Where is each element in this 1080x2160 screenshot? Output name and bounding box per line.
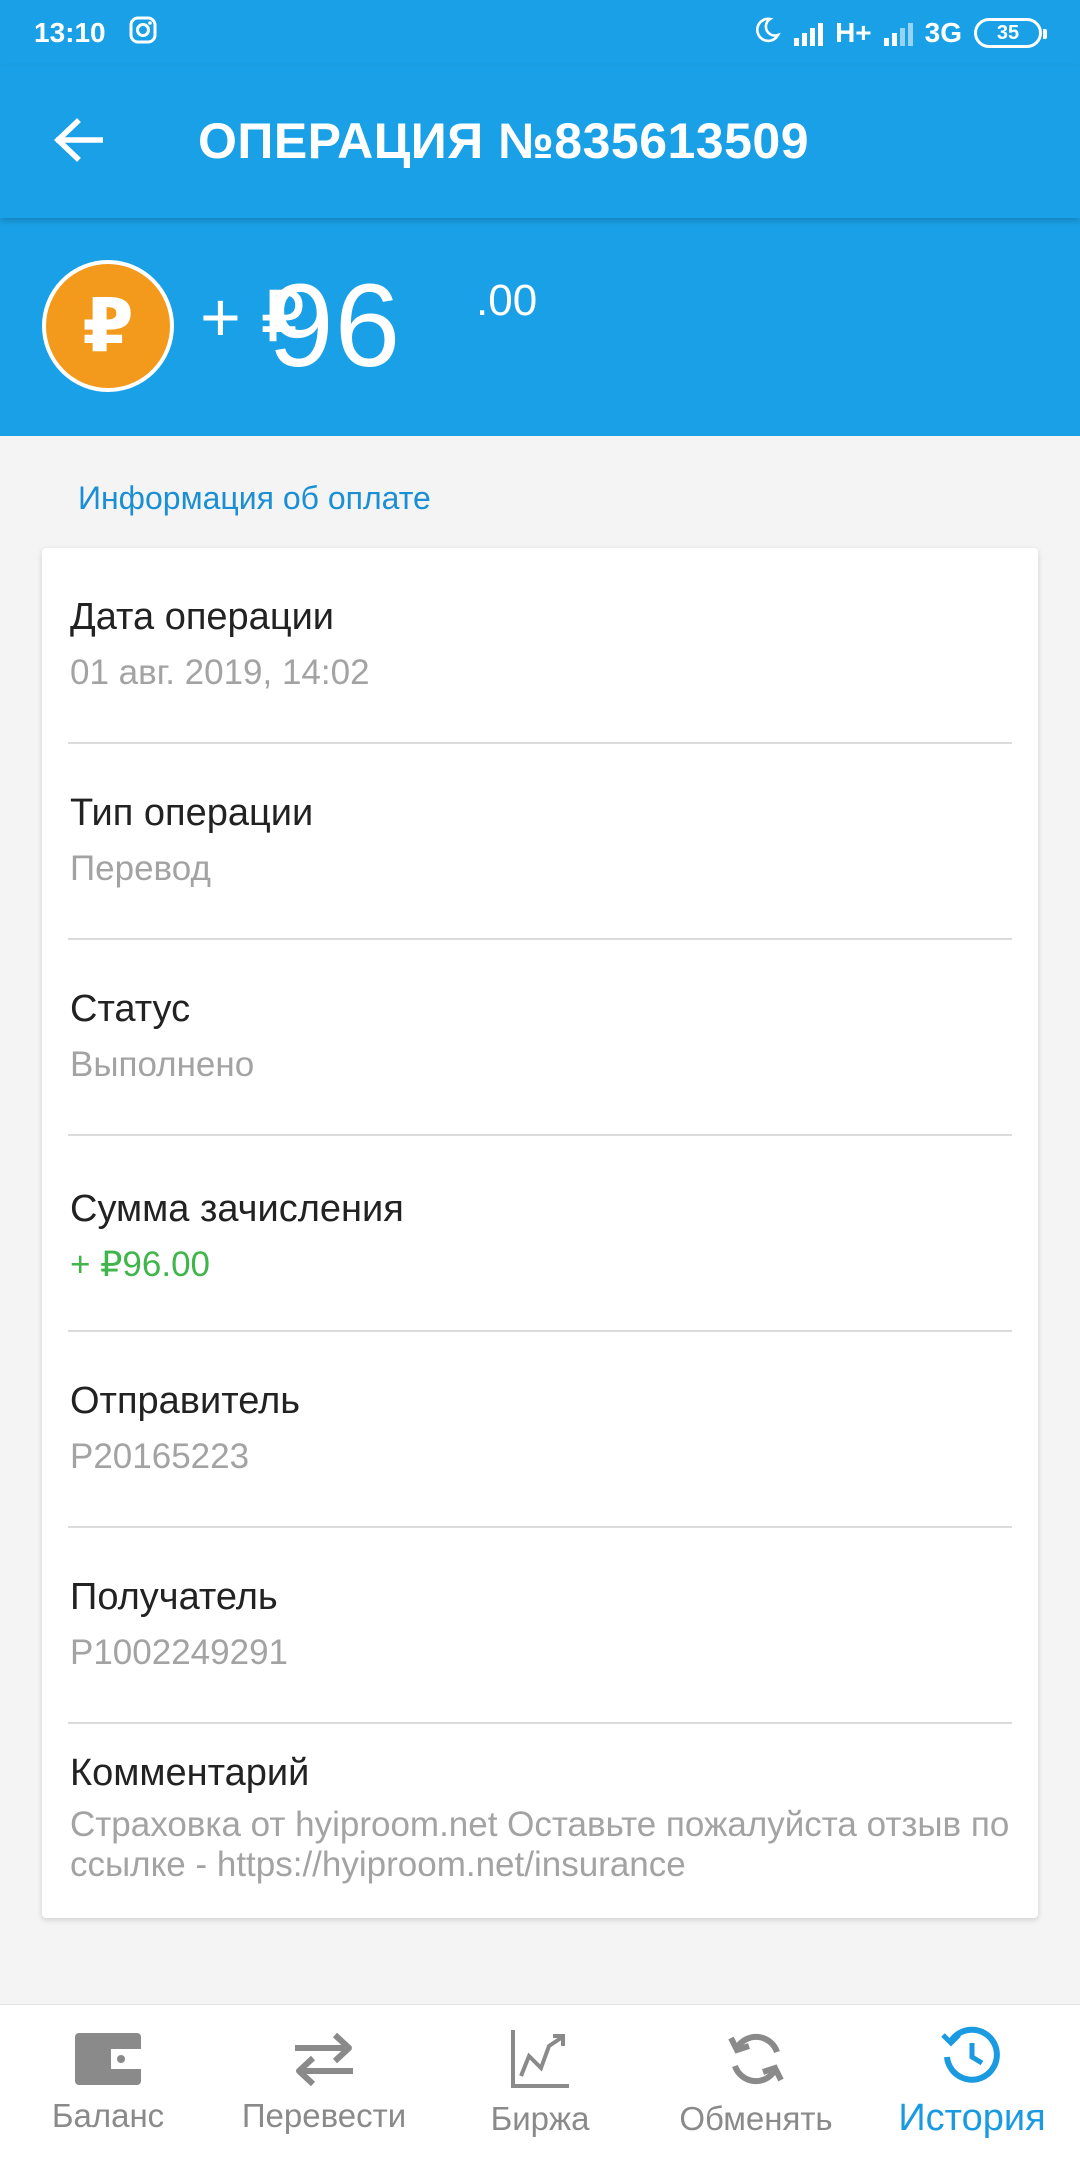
chart-icon	[509, 2028, 571, 2090]
coin-symbol: ₽	[82, 284, 134, 367]
battery-level: 35	[996, 21, 1020, 44]
status-bar: 13:10 H+ 3G 35	[0, 0, 1080, 66]
wallet-icon	[73, 2031, 143, 2087]
instagram-icon	[128, 15, 158, 52]
detail-value: Перевод	[70, 849, 211, 888]
detail-value: Выполнено	[70, 1045, 255, 1084]
network-type-1: H+	[835, 17, 872, 48]
amount-cents: .00	[476, 276, 538, 325]
nav-item-transfer[interactable]: Перевести	[216, 2005, 432, 2160]
detail-value: P1002249291	[70, 1633, 288, 1672]
detail-row-date: Дата операции 01 авг. 2019, 14:02	[70, 596, 1014, 693]
nav-item-exchange-market[interactable]: Биржа	[432, 2005, 648, 2160]
nav-label: Баланс	[51, 2096, 165, 2134]
nav-label: Биржа	[490, 2099, 590, 2137]
divider	[68, 1330, 1012, 1332]
arrow-left-icon	[53, 117, 104, 167]
nav-label: Перевести	[241, 2096, 407, 2134]
detail-label: Отправитель	[70, 1380, 301, 1422]
nav-label: Обменять	[679, 2099, 833, 2137]
battery-icon: 35	[974, 18, 1047, 48]
detail-label: Сумма зачисления	[70, 1188, 404, 1230]
detail-row-type: Тип операции Перевод	[70, 792, 1014, 889]
app-bar: ОПЕРАЦИЯ №835613509	[0, 66, 1080, 218]
divider	[68, 1526, 1012, 1528]
detail-value: Страховка от hyiproom.net Оставьте пожал…	[70, 1805, 1010, 1884]
detail-label: Получатель	[70, 1576, 278, 1618]
detail-row-comment: Комментарий Страховка от hyiproom.net Ос…	[70, 1752, 1014, 1885]
detail-row-recipient: Получатель P1002249291	[70, 1576, 1014, 1673]
divider	[68, 1134, 1012, 1136]
history-icon	[941, 2025, 1003, 2087]
nav-item-balance[interactable]: Баланс	[0, 2005, 216, 2160]
nav-item-history[interactable]: История	[864, 2005, 1080, 2160]
network-type-2: 3G	[924, 17, 962, 48]
section-label: Информация об оплате	[78, 480, 431, 516]
detail-value: + ₽96.00	[70, 1245, 211, 1284]
detail-row-sender: Отправитель P20165223	[70, 1380, 1014, 1477]
signal-icon-2	[883, 20, 913, 46]
nav-label: История	[898, 2097, 1046, 2139]
payment-info-card: Дата операции 01 авг. 2019, 14:02 Тип оп…	[42, 548, 1038, 1918]
divider	[68, 938, 1012, 940]
back-button[interactable]	[48, 114, 108, 170]
detail-label: Комментарий	[70, 1752, 310, 1794]
page-title: ОПЕРАЦИЯ №835613509	[198, 113, 810, 169]
moon-icon	[752, 15, 782, 52]
detail-label: Статус	[70, 988, 191, 1030]
divider	[68, 1722, 1012, 1724]
ruble-coin-icon: ₽	[42, 260, 174, 392]
amount-header: ₽ + ₽ 96 .00	[0, 218, 1080, 436]
detail-row-status: Статус Выполнено	[70, 988, 1014, 1085]
divider	[68, 742, 1012, 744]
nav-item-swap[interactable]: Обменять	[648, 2005, 864, 2160]
amount-value: 96	[268, 260, 402, 392]
detail-row-amount: Сумма зачисления + ₽96.00	[70, 1188, 1014, 1285]
exchange-icon	[725, 2028, 787, 2090]
detail-value: P20165223	[70, 1437, 250, 1476]
detail-label: Тип операции	[70, 792, 314, 834]
status-time: 13:10	[34, 17, 106, 48]
signal-icon	[794, 20, 824, 46]
bottom-nav: Баланс Перевести Биржа Обменять История	[0, 2004, 1080, 2160]
detail-label: Дата операции	[70, 596, 335, 638]
detail-value: 01 авг. 2019, 14:02	[70, 653, 370, 692]
transfer-icon	[291, 2031, 357, 2087]
